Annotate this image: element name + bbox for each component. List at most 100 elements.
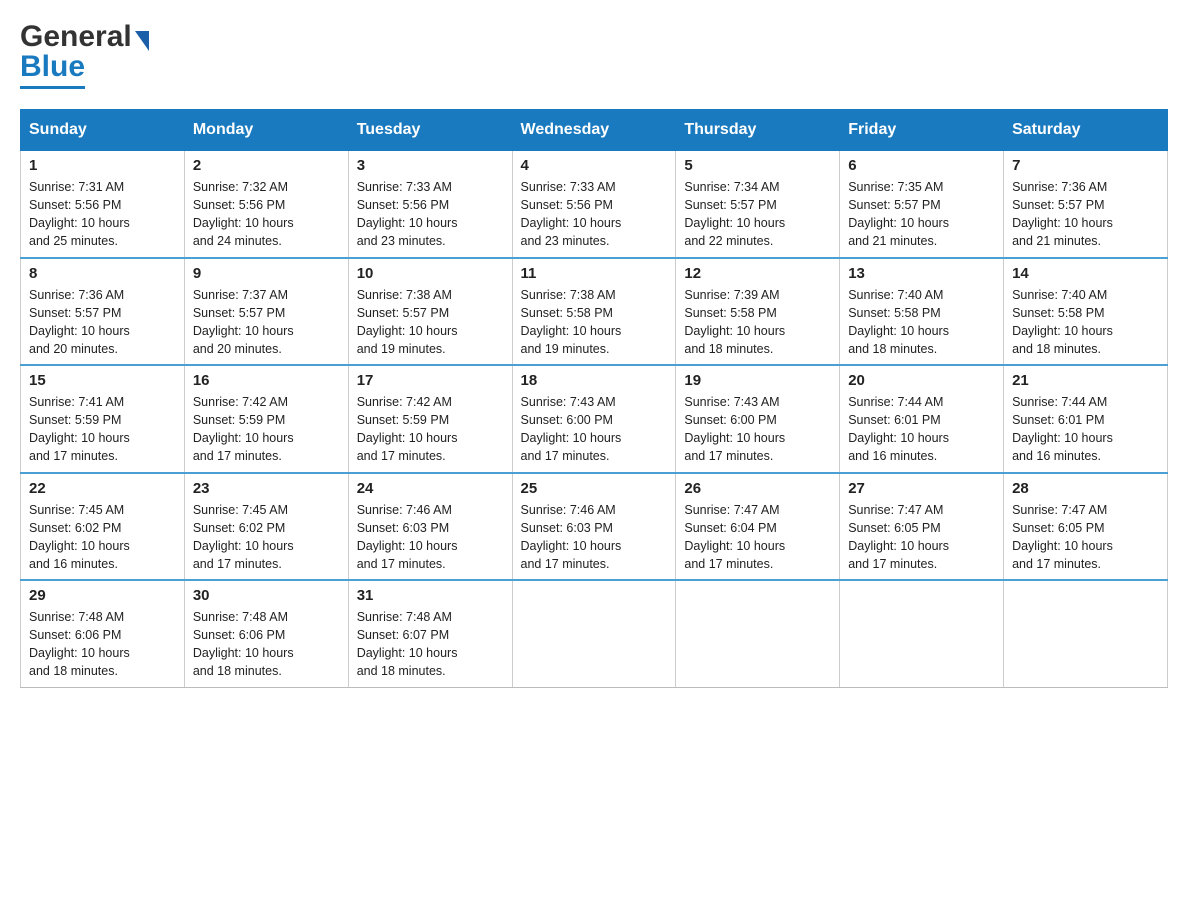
day-number: 20 — [848, 372, 995, 389]
day-header-thursday: Thursday — [676, 110, 840, 150]
day-info: Sunrise: 7:36 AM Sunset: 5:57 PM Dayligh… — [1012, 178, 1159, 251]
calendar-cell: 16 Sunrise: 7:42 AM Sunset: 5:59 PM Dayl… — [184, 365, 348, 473]
day-number: 29 — [29, 587, 176, 604]
day-info: Sunrise: 7:43 AM Sunset: 6:00 PM Dayligh… — [521, 393, 668, 466]
calendar-cell: 8 Sunrise: 7:36 AM Sunset: 5:57 PM Dayli… — [21, 258, 185, 366]
day-number: 27 — [848, 480, 995, 497]
day-header-tuesday: Tuesday — [348, 110, 512, 150]
day-number: 23 — [193, 480, 340, 497]
day-number: 24 — [357, 480, 504, 497]
calendar-cell: 28 Sunrise: 7:47 AM Sunset: 6:05 PM Dayl… — [1004, 473, 1168, 581]
calendar-cell — [840, 580, 1004, 687]
day-info: Sunrise: 7:46 AM Sunset: 6:03 PM Dayligh… — [357, 501, 504, 574]
calendar-cell: 31 Sunrise: 7:48 AM Sunset: 6:07 PM Dayl… — [348, 580, 512, 687]
day-info: Sunrise: 7:46 AM Sunset: 6:03 PM Dayligh… — [521, 501, 668, 574]
day-number: 8 — [29, 265, 176, 282]
calendar-cell: 13 Sunrise: 7:40 AM Sunset: 5:58 PM Dayl… — [840, 258, 1004, 366]
calendar-cell: 1 Sunrise: 7:31 AM Sunset: 5:56 PM Dayli… — [21, 150, 185, 258]
day-info: Sunrise: 7:35 AM Sunset: 5:57 PM Dayligh… — [848, 178, 995, 251]
day-number: 14 — [1012, 265, 1159, 282]
calendar-cell: 11 Sunrise: 7:38 AM Sunset: 5:58 PM Dayl… — [512, 258, 676, 366]
day-info: Sunrise: 7:47 AM Sunset: 6:05 PM Dayligh… — [1012, 501, 1159, 574]
day-info: Sunrise: 7:38 AM Sunset: 5:58 PM Dayligh… — [521, 286, 668, 359]
day-info: Sunrise: 7:47 AM Sunset: 6:04 PM Dayligh… — [684, 501, 831, 574]
day-number: 15 — [29, 372, 176, 389]
calendar-cell: 20 Sunrise: 7:44 AM Sunset: 6:01 PM Dayl… — [840, 365, 1004, 473]
day-info: Sunrise: 7:32 AM Sunset: 5:56 PM Dayligh… — [193, 178, 340, 251]
day-info: Sunrise: 7:31 AM Sunset: 5:56 PM Dayligh… — [29, 178, 176, 251]
day-info: Sunrise: 7:33 AM Sunset: 5:56 PM Dayligh… — [357, 178, 504, 251]
day-number: 16 — [193, 372, 340, 389]
calendar-week-1: 1 Sunrise: 7:31 AM Sunset: 5:56 PM Dayli… — [21, 150, 1168, 258]
calendar-week-4: 22 Sunrise: 7:45 AM Sunset: 6:02 PM Dayl… — [21, 473, 1168, 581]
calendar-cell: 14 Sunrise: 7:40 AM Sunset: 5:58 PM Dayl… — [1004, 258, 1168, 366]
calendar-cell — [676, 580, 840, 687]
calendar-cell: 30 Sunrise: 7:48 AM Sunset: 6:06 PM Dayl… — [184, 580, 348, 687]
calendar-cell: 29 Sunrise: 7:48 AM Sunset: 6:06 PM Dayl… — [21, 580, 185, 687]
day-number: 31 — [357, 587, 504, 604]
day-info: Sunrise: 7:33 AM Sunset: 5:56 PM Dayligh… — [521, 178, 668, 251]
day-header-friday: Friday — [840, 110, 1004, 150]
logo-row: General — [20, 20, 149, 54]
day-number: 26 — [684, 480, 831, 497]
day-info: Sunrise: 7:45 AM Sunset: 6:02 PM Dayligh… — [29, 501, 176, 574]
day-number: 21 — [1012, 372, 1159, 389]
calendar-cell: 24 Sunrise: 7:46 AM Sunset: 6:03 PM Dayl… — [348, 473, 512, 581]
calendar-cell — [512, 580, 676, 687]
calendar-cell: 4 Sunrise: 7:33 AM Sunset: 5:56 PM Dayli… — [512, 150, 676, 258]
day-info: Sunrise: 7:42 AM Sunset: 5:59 PM Dayligh… — [193, 393, 340, 466]
day-info: Sunrise: 7:45 AM Sunset: 6:02 PM Dayligh… — [193, 501, 340, 574]
day-number: 3 — [357, 157, 504, 174]
day-info: Sunrise: 7:44 AM Sunset: 6:01 PM Dayligh… — [1012, 393, 1159, 466]
day-info: Sunrise: 7:41 AM Sunset: 5:59 PM Dayligh… — [29, 393, 176, 466]
day-number: 5 — [684, 157, 831, 174]
day-info: Sunrise: 7:48 AM Sunset: 6:06 PM Dayligh… — [193, 608, 340, 681]
calendar-cell: 9 Sunrise: 7:37 AM Sunset: 5:57 PM Dayli… — [184, 258, 348, 366]
day-number: 4 — [521, 157, 668, 174]
day-number: 9 — [193, 265, 340, 282]
day-number: 30 — [193, 587, 340, 604]
day-number: 6 — [848, 157, 995, 174]
day-number: 12 — [684, 265, 831, 282]
calendar-week-5: 29 Sunrise: 7:48 AM Sunset: 6:06 PM Dayl… — [21, 580, 1168, 687]
day-info: Sunrise: 7:39 AM Sunset: 5:58 PM Dayligh… — [684, 286, 831, 359]
calendar-cell: 22 Sunrise: 7:45 AM Sunset: 6:02 PM Dayl… — [21, 473, 185, 581]
day-number: 2 — [193, 157, 340, 174]
day-info: Sunrise: 7:37 AM Sunset: 5:57 PM Dayligh… — [193, 286, 340, 359]
day-number: 17 — [357, 372, 504, 389]
calendar-cell: 19 Sunrise: 7:43 AM Sunset: 6:00 PM Dayl… — [676, 365, 840, 473]
logo-blue: Blue — [20, 50, 85, 89]
calendar-cell: 27 Sunrise: 7:47 AM Sunset: 6:05 PM Dayl… — [840, 473, 1004, 581]
logo: General Blue — [20, 20, 149, 89]
calendar-cell — [1004, 580, 1168, 687]
day-info: Sunrise: 7:38 AM Sunset: 5:57 PM Dayligh… — [357, 286, 504, 359]
day-info: Sunrise: 7:48 AM Sunset: 6:06 PM Dayligh… — [29, 608, 176, 681]
calendar-cell: 6 Sunrise: 7:35 AM Sunset: 5:57 PM Dayli… — [840, 150, 1004, 258]
day-info: Sunrise: 7:48 AM Sunset: 6:07 PM Dayligh… — [357, 608, 504, 681]
calendar-cell: 18 Sunrise: 7:43 AM Sunset: 6:00 PM Dayl… — [512, 365, 676, 473]
calendar-cell: 25 Sunrise: 7:46 AM Sunset: 6:03 PM Dayl… — [512, 473, 676, 581]
day-number: 25 — [521, 480, 668, 497]
day-header-monday: Monday — [184, 110, 348, 150]
calendar-cell: 15 Sunrise: 7:41 AM Sunset: 5:59 PM Dayl… — [21, 365, 185, 473]
day-number: 11 — [521, 265, 668, 282]
logo-triangle-icon — [135, 31, 149, 51]
day-number: 19 — [684, 372, 831, 389]
calendar-cell: 26 Sunrise: 7:47 AM Sunset: 6:04 PM Dayl… — [676, 473, 840, 581]
calendar-header-row: SundayMondayTuesdayWednesdayThursdayFrid… — [21, 110, 1168, 150]
day-info: Sunrise: 7:36 AM Sunset: 5:57 PM Dayligh… — [29, 286, 176, 359]
day-header-wednesday: Wednesday — [512, 110, 676, 150]
day-number: 22 — [29, 480, 176, 497]
day-number: 10 — [357, 265, 504, 282]
day-info: Sunrise: 7:43 AM Sunset: 6:00 PM Dayligh… — [684, 393, 831, 466]
day-info: Sunrise: 7:42 AM Sunset: 5:59 PM Dayligh… — [357, 393, 504, 466]
calendar-cell: 12 Sunrise: 7:39 AM Sunset: 5:58 PM Dayl… — [676, 258, 840, 366]
calendar-cell: 21 Sunrise: 7:44 AM Sunset: 6:01 PM Dayl… — [1004, 365, 1168, 473]
logo-general: General — [20, 20, 132, 54]
day-header-sunday: Sunday — [21, 110, 185, 150]
calendar-cell: 2 Sunrise: 7:32 AM Sunset: 5:56 PM Dayli… — [184, 150, 348, 258]
calendar-cell: 10 Sunrise: 7:38 AM Sunset: 5:57 PM Dayl… — [348, 258, 512, 366]
day-header-saturday: Saturday — [1004, 110, 1168, 150]
calendar-table: SundayMondayTuesdayWednesdayThursdayFrid… — [20, 109, 1168, 688]
calendar-week-3: 15 Sunrise: 7:41 AM Sunset: 5:59 PM Dayl… — [21, 365, 1168, 473]
